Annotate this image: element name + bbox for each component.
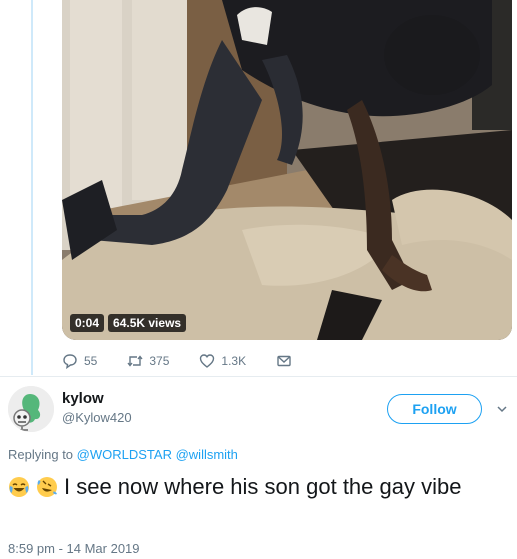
reply-count: 55	[84, 354, 98, 368]
mention-willsmith[interactable]: @willsmith	[176, 447, 238, 462]
video-view-count: 64.5K views	[108, 314, 187, 332]
reply-icon	[63, 354, 77, 369]
video-overlay: 0:04 64.5K views	[70, 314, 187, 332]
like-count: 1.3K	[221, 354, 247, 368]
video-elapsed-time: 0:04	[70, 314, 105, 332]
follow-button[interactable]: Follow	[387, 394, 482, 424]
reply-text-content: I see now where his son got the gay vibe	[64, 474, 462, 499]
direct-message-action[interactable]	[276, 353, 292, 369]
dm-icon	[277, 355, 291, 367]
replying-to: Replying to @WORLDSTAR @willsmith	[8, 447, 238, 462]
video-frame	[62, 0, 512, 340]
like-action[interactable]: 1.3K	[199, 353, 246, 369]
mention-worldstar[interactable]: @WORLDSTAR	[77, 447, 172, 462]
thread-connector-line	[31, 0, 33, 375]
reply-user-handle[interactable]: @Kylow420	[62, 410, 132, 425]
tweet-divider	[0, 376, 517, 377]
joy-emoji-icon	[9, 477, 29, 497]
reply-text: I see now where his son got the gay vibe	[8, 472, 508, 502]
retweet-count: 375	[149, 354, 170, 368]
reply-timestamp[interactable]: 8:59 pm - 14 Mar 2019	[8, 541, 140, 556]
reply-display-name[interactable]: kylow	[62, 390, 104, 407]
tweet-action-bar: 55 375 1.3K	[62, 351, 322, 371]
reply-action[interactable]: 55	[62, 353, 97, 369]
chevron-down-icon[interactable]	[496, 403, 508, 415]
replying-prefix: Replying to	[8, 447, 74, 462]
avatar[interactable]	[8, 386, 54, 432]
retweet-icon	[127, 355, 143, 367]
rofl-emoji-icon	[37, 477, 57, 497]
embedded-video[interactable]: 0:04 64.5K views	[62, 0, 512, 340]
avatar-image	[8, 386, 54, 432]
like-icon	[200, 354, 215, 368]
retweet-action[interactable]: 375	[127, 353, 169, 369]
